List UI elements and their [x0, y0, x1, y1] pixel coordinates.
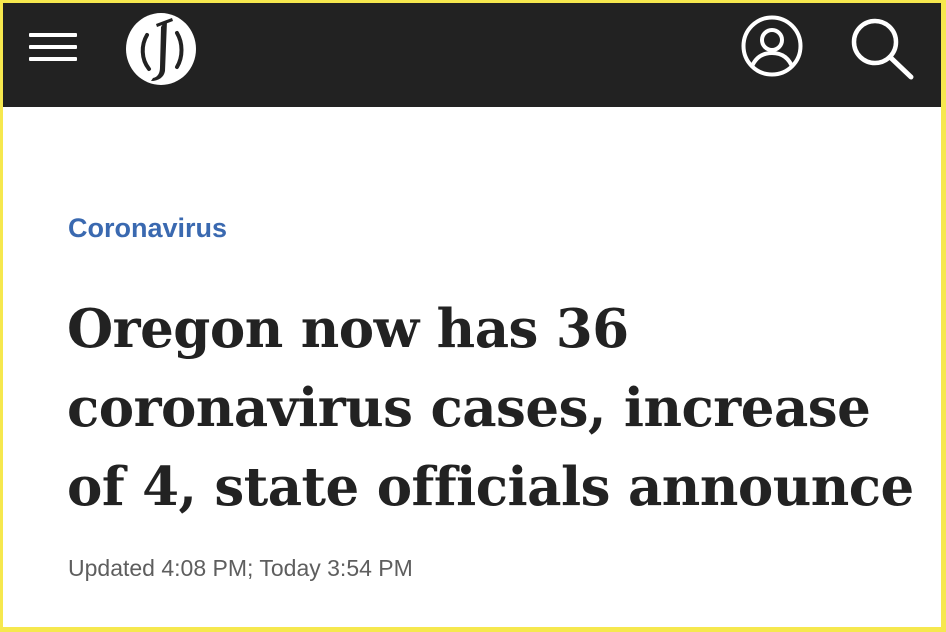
oregonian-o-logo	[126, 13, 196, 85]
site-logo[interactable]	[123, 5, 201, 87]
account-button[interactable]	[739, 13, 805, 79]
search-magnifier-icon	[851, 18, 914, 80]
headline-line: of 4, state officials announce	[67, 456, 914, 518]
page-frame: Coronavirus Oregon now has 36 coronaviru…	[3, 3, 941, 627]
article-timestamp: Updated 4:08 PM; Today 3:54 PM	[68, 555, 413, 581]
user-account-icon	[741, 15, 803, 77]
section-label-link[interactable]: Coronavirus	[68, 213, 227, 244]
menu-button[interactable]	[27, 27, 79, 67]
headline-line: coronavirus cases, increase	[67, 377, 871, 439]
article-headline: Oregon now has 36 coronavirus cases, inc…	[67, 290, 927, 527]
top-navigation-bar	[3, 3, 941, 107]
search-button[interactable]	[847, 15, 917, 85]
headline-line: Oregon now has 36	[67, 298, 629, 360]
